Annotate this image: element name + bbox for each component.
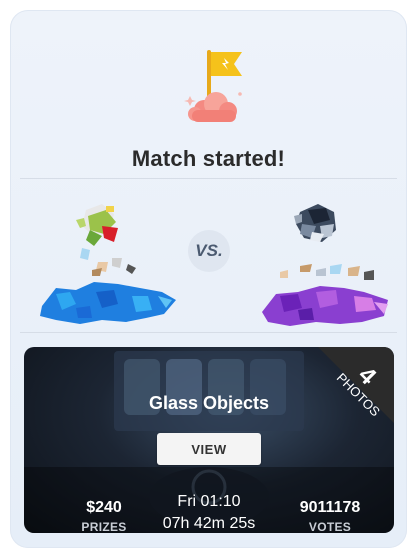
flag-on-cloud-icon	[180, 46, 252, 126]
team-left-avatar	[36, 196, 176, 336]
challenge-tile[interactable]: Glass Objects VIEW 4 PHOTOS $240 PRIZES …	[24, 347, 394, 533]
countdown: 07h 42m 25s	[162, 515, 256, 532]
team-right-avatar	[250, 196, 390, 336]
votes-value: 9011178	[299, 499, 361, 516]
view-button[interactable]: VIEW	[157, 433, 261, 465]
prizes-stat: $240 PRIZES	[64, 499, 144, 533]
time-stat: Fri 01:10 07h 42m 25s	[144, 493, 274, 533]
divider-bottom	[20, 332, 397, 333]
end-day: Fri 01:10	[177, 493, 241, 510]
votes-stat: 9011178 VOTES	[280, 499, 380, 533]
votes-label: VOTES	[308, 520, 352, 533]
prize-value: $240	[86, 499, 122, 516]
photos-ribbon: 4 PHOTOS	[294, 347, 394, 447]
versus-row: VS.	[10, 190, 407, 340]
match-card: Match started! VS. Glass Objects VIEW 4 …	[10, 10, 407, 548]
prize-label: PRIZES	[81, 520, 127, 533]
versus-badge: VS.	[188, 230, 230, 272]
match-started-title: Match started!	[131, 146, 286, 171]
divider-top	[20, 178, 397, 179]
